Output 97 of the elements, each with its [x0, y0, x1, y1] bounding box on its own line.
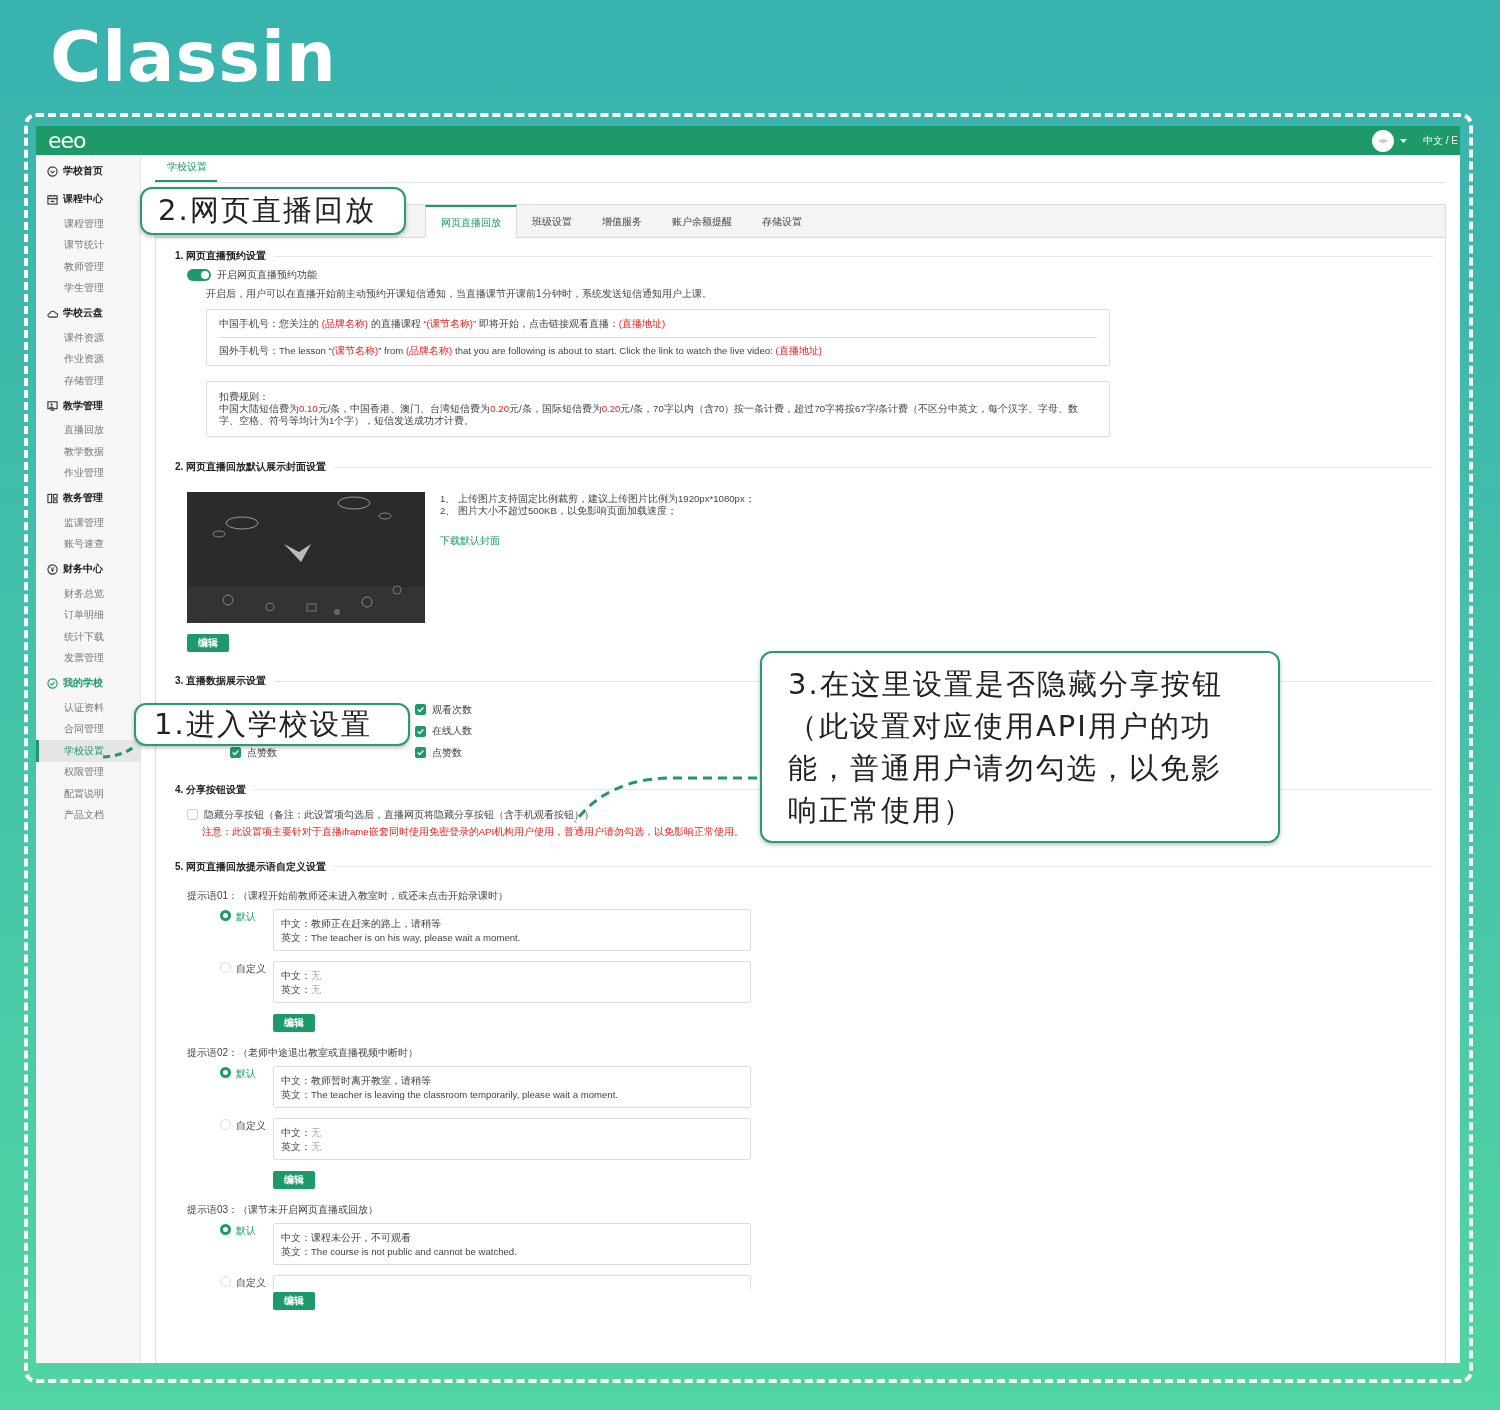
calendar-icon [47, 193, 58, 205]
tab[interactable]: 网页直播回放 [425, 205, 517, 238]
sidebar-item[interactable]: 作业资源 [36, 348, 140, 370]
prompt-label: 提示语03：（课节未开启网页直播或回放） [187, 1202, 380, 1217]
edit-button[interactable]: 编辑 [273, 1013, 315, 1032]
toggle-label: 开启网页直播预约功能 [217, 268, 317, 282]
description-text: 开启后，用户可以在直播开始前主动预约开课短信通知，当直播课节开课前1分钟时，系统发送短信通知用户上课。 [206, 287, 713, 301]
section-title: 5. 网页直播回放提示语自定义设置 [175, 859, 327, 874]
sidebar-group[interactable]: 学校云盘 [36, 299, 140, 327]
toggle-switch[interactable] [187, 269, 211, 281]
sidebar-group[interactable]: 课程中心 [36, 185, 140, 213]
edit-button[interactable]: 编辑 [187, 634, 229, 652]
prompt-text: 英文：The course is not public and cannot be watched. [281, 1244, 518, 1259]
edit-button[interactable]: 编辑 [273, 1170, 315, 1189]
section-title: 2. 网页直播回放默认展示封面设置 [175, 460, 327, 474]
tab[interactable]: 存储设置 [747, 205, 817, 237]
edit-button[interactable]: 编辑 [273, 1291, 315, 1310]
sidebar-item[interactable]: 发票管理 [36, 647, 140, 669]
annotation-tooltip: 3.在这里设置是否隐藏分享按钮（此设置对应使用API用户的功能，普通用户请勿勾选，以免影响正常使用） [760, 651, 1280, 843]
prompt-text: 英文：无 [281, 982, 322, 997]
prompt-label: 提示语02：（老师中途退出教室或直播视频中断时） [187, 1045, 420, 1060]
prompt-text: 中文：无 [281, 968, 322, 983]
sms-template-text: 中国手机号：您关注的 (品牌名称) 的直播课程 “(课节名称)” 即将开始，点击链接观看直播：(直播地址) [219, 318, 667, 330]
annotation-tooltip: 1.进入学校设置 [134, 703, 410, 746]
prompt-text: 英文：无 [281, 1139, 322, 1154]
panels-icon [47, 492, 58, 504]
sidebar-item[interactable]: 配置说明 [36, 783, 140, 805]
sidebar-item[interactable]: 统计下载 [36, 626, 140, 648]
fee-rules-text: 中国大陆短信费为0.10元/条，中国香港、澳门、台湾短信费为0.20元/条，国际短信费为0.20元/条，70字以内（含70）按一条计费，超过70字将按67字/条计费（不区分中英文，每个汉字、字母、数字、空格、符号等均计为1个字），短信发送成功才计费。 [219, 403, 1080, 427]
checkbox[interactable] [230, 747, 241, 759]
radio-label: 自定义 [236, 1118, 266, 1133]
prompt-label: 提示语01：（课程开始前教师还未进入教室时，或还未点击开始录课时） [187, 888, 510, 903]
prompt-text: 英文：The teacher is on his way, please wait a moment. [281, 930, 522, 945]
prompt-text: 中文：无 [281, 1125, 322, 1140]
prompt-text: 中文：教师暂时离开教室，请稍等 [281, 1073, 432, 1088]
page-tab[interactable]: 学校设置 [155, 160, 217, 182]
sidebar-group[interactable]: 财务中心 [36, 555, 140, 583]
sidebar-group[interactable]: 我的学校 [36, 669, 140, 697]
radio-button[interactable] [220, 1223, 231, 1235]
sidebar-item[interactable]: 监课管理 [36, 512, 140, 534]
annotation-tooltip: 2.网页直播回放 [140, 187, 406, 235]
checkbox-label: 在线人数 [432, 724, 472, 739]
avatar[interactable] [1372, 129, 1394, 152]
tab[interactable]: 增值服务 [587, 205, 657, 237]
checkbox-label: 点赞数 [432, 745, 462, 760]
sidebar-item[interactable]: 财务总览 [36, 583, 140, 605]
radio-label: 自定义 [236, 1275, 266, 1290]
monitor-icon [47, 400, 58, 411]
sidebar-group[interactable]: 教学管理 [36, 391, 140, 420]
checkbox[interactable] [415, 747, 426, 759]
sidebar-group[interactable]: 教务管理 [36, 484, 140, 512]
prompt-text: 中文：教师正在赶来的路上，请稍等 [281, 916, 442, 931]
sidebar-item[interactable]: 账号速查 [36, 533, 140, 555]
sidebar-item[interactable]: 订单明细 [36, 604, 140, 626]
warning-text: 注意：此设置项主要针对于直播iframe嵌套同时使用免密登录的API机构用户使用，普通用户请勿勾选，以免影响正常使用。 [202, 825, 746, 839]
checkbox[interactable] [415, 704, 426, 716]
tab[interactable]: 账户余额提醒 [657, 205, 747, 237]
tab[interactable]: 班级设置 [517, 205, 587, 237]
prompt-text: 英文：The teacher is leaving the classroom temporarily, please wait a moment. [281, 1087, 619, 1102]
note-text: 2、 图片大小不超过500KB，以免影响页面加载速度； [440, 505, 678, 517]
sidebar-item[interactable]: 教学数据 [36, 441, 140, 463]
checkbox[interactable] [187, 809, 198, 820]
coin-icon [47, 563, 58, 575]
radio-button[interactable] [220, 1066, 231, 1078]
radio-label: 默认 [236, 909, 256, 924]
app-logo: eeo [48, 129, 86, 152]
section-title: 1. 网页直播预约设置 [175, 249, 267, 263]
note-text: 1、 上传图片支持固定比例裁剪，建议上传图片比例为1920px*1080px； [440, 493, 755, 505]
sidebar-item[interactable]: 课程管理 [36, 213, 140, 235]
checkbox[interactable] [415, 725, 426, 737]
sidebar-item[interactable]: 学校设置 [36, 740, 140, 762]
sidebar-group[interactable]: 学校首页 [36, 157, 140, 185]
fee-rules-title: 扣费规则： [219, 391, 270, 403]
sidebar-item[interactable]: 存储管理 [36, 370, 140, 392]
brand-logo: Classin [50, 15, 337, 98]
checkbox-label: 隐藏分享按钮（备注：此设置项勾选后，直播网页将隐藏分享按钮（含手机观看按钮）） [204, 807, 594, 822]
language-link[interactable]: 中文 / E [1423, 133, 1458, 148]
sidebar-item[interactable]: 教师管理 [36, 256, 140, 278]
section-title: 4. 分享按钮设置 [175, 782, 247, 797]
radio-label: 默认 [236, 1066, 256, 1081]
sidebar-item[interactable]: 学生管理 [36, 277, 140, 299]
checkbox-label: 点赞数 [247, 745, 277, 760]
sidebar-item[interactable]: 作业管理 [36, 462, 140, 484]
radio-label: 默认 [236, 1223, 256, 1238]
radio-label: 自定义 [236, 961, 266, 976]
section-title: 3. 直播数据展示设置 [175, 674, 267, 688]
sms-template-text: 国外手机号：The lesson “(课节名称)” from (品牌名称) that you are following is about to start. Click the link to watch the live video: (直播地址) [219, 345, 823, 357]
sidebar-item[interactable]: 权限管理 [36, 761, 140, 783]
sidebar-item[interactable]: 直播回放 [36, 419, 140, 441]
sidebar-item[interactable]: 产品文档 [36, 804, 140, 826]
radio-button[interactable] [220, 909, 231, 921]
caret-icon[interactable] [1400, 138, 1407, 143]
sidebar-item[interactable]: 课件资源 [36, 327, 140, 349]
prompt-text: 中文：课程未公开，不可观看 [281, 1230, 412, 1245]
checkbox-label: 观看次数 [432, 702, 472, 717]
sidebar-item[interactable]: 课节统计 [36, 234, 140, 256]
download-link[interactable]: 下载默认封面 [440, 535, 755, 548]
